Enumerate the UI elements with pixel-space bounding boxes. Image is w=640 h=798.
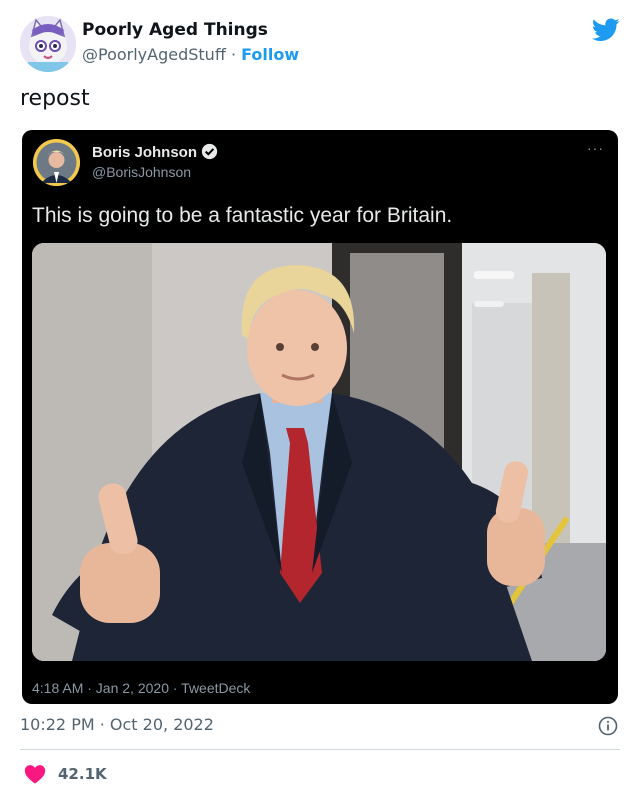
embedded-tweet-meta: 4:18 AM · Jan 2, 2020 · TweetDeck — [32, 680, 251, 696]
embedded-tweet-card: Poorly Aged Things @PoorlyAgedStuff · Fo… — [0, 0, 640, 798]
author-avatar[interactable] — [20, 16, 76, 72]
embedded-author-handle: @BorisJohnson — [92, 164, 192, 180]
embedded-author-avatar — [33, 139, 80, 186]
like-button[interactable]: 42.1K — [24, 763, 107, 785]
info-icon[interactable] — [598, 716, 618, 736]
heart-icon — [24, 765, 46, 784]
twitter-bird-icon[interactable] — [592, 18, 620, 42]
like-count: 42.1K — [58, 765, 107, 783]
embedded-author-name: Boris Johnson — [92, 143, 218, 161]
more-options-icon: ··· — [587, 140, 604, 156]
separator-dot: · — [230, 45, 237, 64]
author-name[interactable]: Poorly Aged Things — [82, 20, 268, 40]
footer-divider — [20, 749, 620, 750]
embedded-tweet-text: This is going to be a fantastic year for… — [32, 204, 453, 227]
author-subline: @PoorlyAgedStuff · Follow — [82, 45, 299, 64]
tweet-text: repost — [20, 86, 90, 111]
tweet-timestamp[interactable]: 10:22 PM · Oct 20, 2022 — [20, 715, 214, 734]
cartoon-cat-avatar-icon — [20, 16, 76, 72]
photo-illustration — [32, 243, 606, 661]
verified-badge-icon — [201, 143, 218, 160]
person-portrait-icon — [33, 139, 80, 186]
man-giving-thumbs-up-photo — [32, 243, 606, 661]
follow-link[interactable]: Follow — [241, 45, 299, 64]
author-handle[interactable]: @PoorlyAgedStuff — [82, 45, 226, 64]
embedded-screenshot[interactable]: Boris Johnson @BorisJohnson ··· This is … — [22, 130, 618, 704]
embedded-author-name-text: Boris Johnson — [92, 144, 198, 161]
